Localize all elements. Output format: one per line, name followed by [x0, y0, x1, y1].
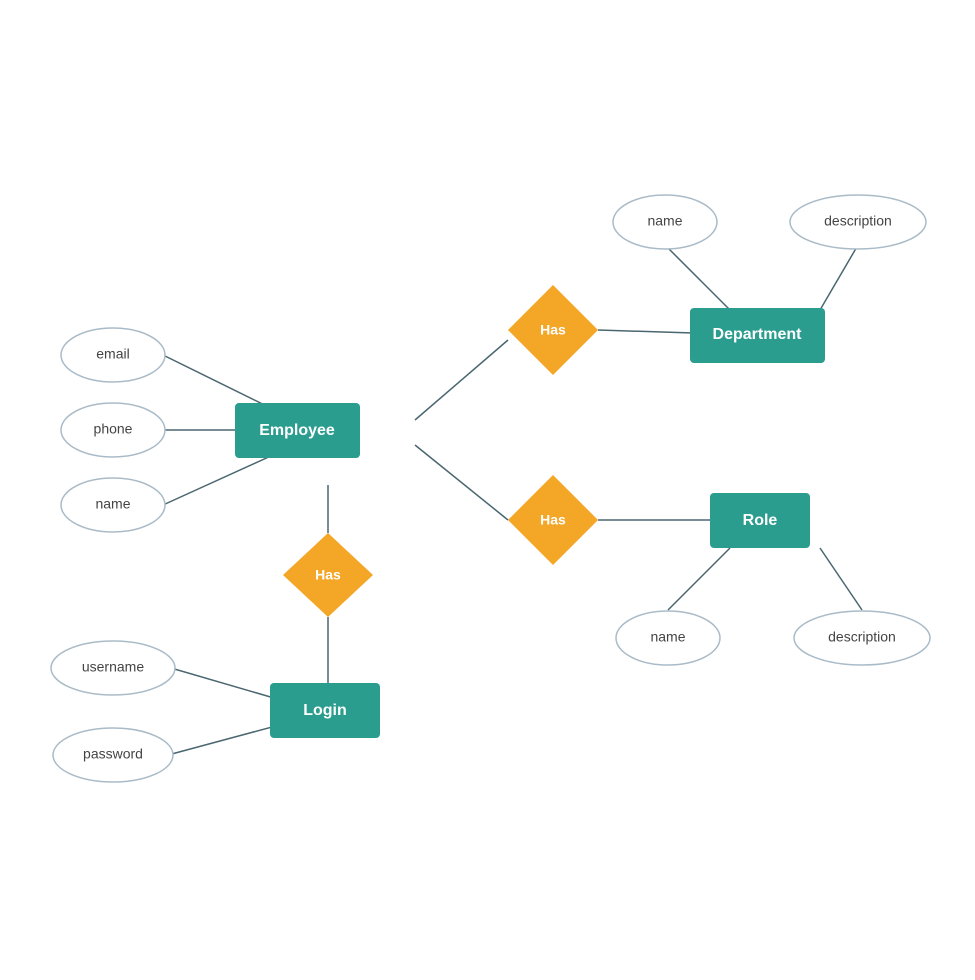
attr-emp-email-label: email — [96, 346, 129, 362]
line-dept-name — [665, 245, 730, 310]
line-role-desc — [820, 548, 862, 610]
line-role-name — [668, 548, 730, 610]
entity-department-label: Department — [713, 326, 803, 343]
er-diagram: email phone name name description name d… — [0, 0, 975, 975]
line-dept-desc — [820, 245, 858, 310]
attr-emp-phone-label: phone — [94, 421, 133, 437]
entity-role-label: Role — [743, 512, 778, 529]
attr-dept-name-label: name — [647, 213, 682, 229]
entity-login-label: Login — [303, 702, 347, 719]
attr-role-desc-label: description — [828, 629, 896, 645]
attr-login-password-label: password — [83, 746, 143, 762]
attr-emp-name-label: name — [95, 496, 130, 512]
entity-employee-label: Employee — [259, 422, 335, 439]
rel-has-login-label: Has — [315, 567, 341, 583]
rel-has-department-label: Has — [540, 322, 566, 338]
line-emp-hasrole — [415, 445, 508, 520]
attr-dept-desc-label: description — [824, 213, 892, 229]
attr-role-name-label: name — [650, 629, 685, 645]
line-emp-hasdept — [415, 340, 508, 420]
attr-login-username-label: username — [82, 659, 144, 675]
rel-has-role-label: Has — [540, 512, 566, 528]
